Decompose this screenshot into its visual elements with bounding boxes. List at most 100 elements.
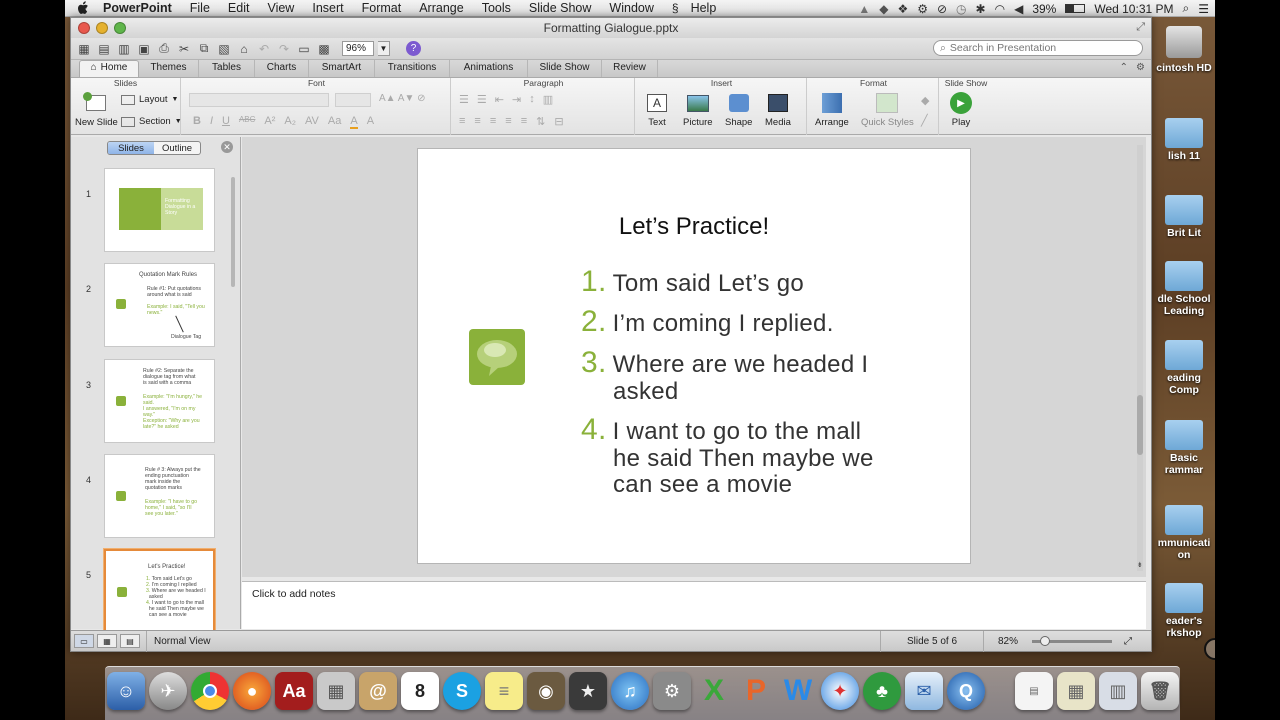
menu-view[interactable]: View: [267, 1, 294, 15]
skype-icon[interactable]: S: [443, 672, 481, 710]
powerpoint-icon[interactable]: P: [737, 672, 775, 710]
section-button[interactable]: Section ▼: [121, 116, 182, 127]
list-item-2[interactable]: 2. I’m coming I replied.: [581, 307, 834, 338]
align-left-icon[interactable]: ≡: [459, 115, 465, 128]
new-slide-button[interactable]: New Slide: [75, 92, 118, 128]
desktop-folder-basic-grammar[interactable]: Basic rammar: [1153, 420, 1215, 476]
justify-icon[interactable]: ≡: [505, 115, 511, 128]
menu-tools[interactable]: Tools: [482, 1, 511, 15]
zoom-field[interactable]: 96%: [342, 41, 374, 56]
font-color-button[interactable]: A: [350, 115, 358, 129]
font-name-input[interactable]: [189, 93, 329, 107]
menu-edit[interactable]: Edit: [228, 1, 250, 15]
copy-icon[interactable]: ⧉: [196, 41, 212, 57]
slide-thumbnail-5[interactable]: Let's Practice! 1. Tom said Let's go 2. I…: [104, 549, 215, 633]
search-input[interactable]: ⌕ Search in Presentation: [933, 40, 1143, 56]
insert-media-button[interactable]: Media: [765, 92, 791, 128]
wifi-icon[interactable]: ◠: [995, 2, 1005, 16]
menu-insert[interactable]: Insert: [312, 1, 343, 15]
open-icon[interactable]: ▥: [116, 41, 132, 57]
gear-icon[interactable]: ⚙: [917, 2, 928, 16]
notes-pane[interactable]: Click to add notes: [242, 581, 1146, 629]
battery-percent[interactable]: 39%: [1032, 2, 1056, 16]
downloads-stack-icon[interactable]: ▦: [1057, 672, 1095, 710]
desktop-folder-brit-lit[interactable]: Brit Lit: [1153, 195, 1215, 239]
decrease-indent-icon[interactable]: ⇤: [495, 93, 504, 106]
font-size-input[interactable]: [335, 93, 371, 107]
slide-sorter-icon[interactable]: ▦: [97, 634, 117, 648]
insert-picture-button[interactable]: Picture: [683, 92, 713, 128]
slide-view-icon[interactable]: ▭: [296, 41, 312, 57]
vertical-align-icon[interactable]: ⊟: [554, 115, 563, 128]
close-pane-icon[interactable]: ✕: [221, 141, 233, 153]
underline-button[interactable]: U: [222, 115, 230, 129]
tab-home[interactable]: ⌂ Home: [79, 60, 139, 77]
desktop-folder-reading-comp[interactable]: eading Comp: [1153, 340, 1215, 396]
safari-icon[interactable]: ✦: [821, 672, 859, 710]
fit-to-window-icon[interactable]: ⤢: [1124, 636, 1132, 647]
align-right-icon[interactable]: ≡: [490, 115, 496, 128]
list-icon[interactable]: ☰: [1198, 2, 1209, 16]
ribbon-settings-icon[interactable]: ⚙: [1136, 62, 1145, 73]
script-icon[interactable]: §: [672, 1, 679, 15]
launchpad-icon[interactable]: ✈: [149, 672, 187, 710]
normal-view-icon[interactable]: ▭: [74, 634, 94, 648]
dropbox-icon[interactable]: ❖: [897, 2, 908, 16]
current-slide[interactable]: Let’s Practice! 1. Tom said Let’s go 2. I’…: [417, 148, 971, 564]
evernote-icon[interactable]: ◆: [879, 2, 888, 16]
tab-transitions[interactable]: Transitions: [375, 60, 450, 77]
screenshots-stack-icon[interactable]: ▥: [1099, 672, 1137, 710]
contacts-icon[interactable]: @: [359, 672, 397, 710]
arrange-button[interactable]: Arrange: [815, 92, 849, 128]
play-button[interactable]: ▶ Play: [949, 92, 973, 128]
layout-button[interactable]: Layout ▼: [121, 94, 178, 105]
scrollbar-thumb[interactable]: [1137, 395, 1143, 455]
char-spacing-icon[interactable]: AV: [305, 115, 319, 129]
imovie-icon[interactable]: ★: [569, 672, 607, 710]
desktop-folder-middle-school[interactable]: dle School Leading: [1153, 261, 1215, 317]
format-painter-icon[interactable]: ⌂: [236, 41, 252, 57]
volume-icon[interactable]: ◀: [1014, 2, 1023, 16]
tab-review[interactable]: Review: [602, 60, 658, 77]
fill-icon[interactable]: ◆: [921, 94, 929, 107]
grow-font-icon[interactable]: A▲ A▼ ⊘: [379, 93, 426, 104]
block-icon[interactable]: ⊘: [937, 2, 947, 16]
insert-shape-button[interactable]: Shape: [725, 92, 752, 128]
tab-tables[interactable]: Tables: [199, 60, 255, 77]
distributed-icon[interactable]: ≡: [521, 115, 527, 128]
tab-slide-show[interactable]: Slide Show: [528, 60, 602, 77]
menu-format[interactable]: Format: [362, 1, 402, 15]
menu-arrange[interactable]: Arrange: [419, 1, 463, 15]
tab-charts[interactable]: Charts: [255, 60, 309, 77]
templates-icon[interactable]: ▤: [96, 41, 112, 57]
quick-styles-button[interactable]: Quick Styles: [861, 92, 914, 128]
menu-file[interactable]: File: [190, 1, 210, 15]
tree-app-icon[interactable]: ♣: [863, 672, 901, 710]
line-icon[interactable]: ╱: [921, 114, 928, 127]
gallery-icon[interactable]: ▩: [316, 41, 332, 57]
slide-thumbnail-1[interactable]: Formatting Dialogue in a Story: [104, 168, 215, 252]
battery-icon[interactable]: [1065, 4, 1086, 13]
excel-icon[interactable]: X: [695, 672, 733, 710]
zoom-dropdown-icon[interactable]: ▼: [378, 41, 390, 56]
tab-smartart[interactable]: SmartArt: [309, 60, 375, 77]
slide-title[interactable]: Let’s Practice!: [418, 213, 970, 241]
quicktime-icon[interactable]: Q: [947, 672, 985, 710]
help-icon[interactable]: ?: [406, 41, 421, 56]
next-slide-icon[interactable]: ⇟: [1137, 561, 1143, 569]
text-direction-icon[interactable]: ⇅: [536, 115, 545, 128]
image-capture-icon[interactable]: ◉: [527, 672, 565, 710]
tab-themes[interactable]: Themes: [139, 60, 199, 77]
italic-button[interactable]: I: [210, 115, 213, 129]
slide-thumbnail-3[interactable]: Rule #2: Separate the dialogue tag from w…: [104, 359, 215, 443]
dictionary-icon[interactable]: Aa: [275, 672, 313, 710]
insert-text-button[interactable]: A Text: [645, 92, 669, 128]
apple-icon[interactable]: [75, 1, 91, 15]
zoom-slider[interactable]: [1032, 635, 1113, 646]
desktop-icon-hd[interactable]: cintosh HD: [1153, 26, 1215, 74]
time-machine-icon[interactable]: ◷: [956, 2, 966, 16]
fullscreen-icon[interactable]: ⤢: [1136, 21, 1145, 34]
menu-window[interactable]: Window: [609, 1, 653, 15]
menu-help[interactable]: Help: [691, 1, 717, 15]
subscript-icon[interactable]: A₂: [284, 115, 296, 129]
